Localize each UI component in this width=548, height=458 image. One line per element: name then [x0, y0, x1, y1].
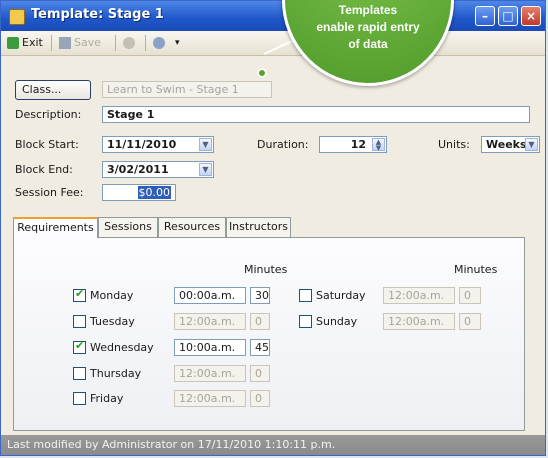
tuesday-checkbox[interactable]	[73, 315, 86, 328]
save-label: Save	[74, 36, 102, 49]
callout-line-1: Templates	[338, 3, 398, 17]
callout-text: Templates enable rapid entry of data	[282, 2, 454, 53]
description-field[interactable]: Stage 1	[102, 106, 530, 123]
tab-resources[interactable]: Resources	[158, 217, 226, 237]
monday-checkbox[interactable]: ✔	[73, 287, 86, 302]
callout-line-3: of data	[348, 37, 388, 51]
maximize-icon: □	[502, 9, 514, 23]
sunday-label: Sunday	[316, 315, 358, 328]
saturday-time-field: 12:00a.m.	[383, 287, 455, 304]
saturday-minutes-field: 0	[459, 287, 481, 304]
toolbar: Exit Save ▾	[1, 31, 545, 56]
block-end-picker[interactable]: 3/02/2011 ▼	[102, 161, 214, 178]
units-label: Units:	[438, 138, 470, 151]
minimize-icon: –	[482, 9, 488, 23]
spinner-arrows-icon[interactable]: ▲ ▼	[372, 138, 385, 152]
exit-label: Exit	[22, 36, 43, 49]
sunday-minutes-field: 0	[459, 313, 481, 330]
save-button[interactable]: Save	[59, 34, 101, 52]
tab-sessions[interactable]: Sessions	[98, 217, 158, 237]
weekend-minutes-header: Minutes	[454, 263, 498, 276]
weekday-minutes-header: Minutes	[244, 263, 288, 276]
class-field: Learn to Swim - Stage 1	[102, 81, 272, 98]
thursday-time-field: 12:00a.m.	[174, 365, 246, 382]
session-fee-value: $0.00	[137, 186, 171, 199]
session-fee-label: Session Fee:	[15, 186, 84, 199]
block-end-label: Block End:	[15, 163, 73, 176]
save-icon	[59, 37, 71, 49]
class-button[interactable]: Class...	[15, 80, 91, 100]
block-start-picker[interactable]: 11/11/2010 ▼	[102, 136, 214, 153]
monday-minutes-field[interactable]: 30	[250, 287, 270, 304]
exit-button[interactable]: Exit	[7, 34, 43, 52]
thursday-checkbox[interactable]	[73, 367, 86, 380]
block-start-label: Block Start:	[15, 138, 79, 151]
units-value: Weeks	[486, 138, 527, 151]
tab-requirements[interactable]: Requirements	[13, 217, 98, 238]
tuesday-minutes-field: 0	[250, 313, 270, 330]
app-icon	[9, 9, 25, 25]
friday-minutes-field: 0	[250, 390, 270, 407]
wednesday-time-field[interactable]: 10:00a.m.	[174, 339, 246, 356]
session-fee-field[interactable]: $0.00	[102, 184, 176, 201]
tuesday-time-field: 12:00a.m.	[174, 313, 246, 330]
sunday-time-field: 12:00a.m.	[383, 313, 455, 330]
toolbar-separator	[51, 35, 52, 51]
title-bar[interactable]: Template: Stage 1 – □ ×	[1, 1, 545, 31]
toolbar-separator	[115, 35, 116, 51]
exit-icon	[7, 37, 19, 49]
tab-instructors[interactable]: Instructors	[226, 217, 291, 237]
toolbar-overflow-button[interactable]: ▾	[175, 34, 180, 52]
callout-line-2: enable rapid entry	[316, 20, 420, 34]
close-button[interactable]: ×	[521, 6, 541, 26]
callout-pointer-dot	[257, 68, 267, 78]
monday-label: Monday	[90, 289, 134, 302]
friday-label: Friday	[90, 392, 124, 405]
chevron-down-icon[interactable]: ▼	[199, 163, 212, 176]
undo-icon	[123, 37, 135, 49]
friday-checkbox[interactable]	[73, 392, 86, 405]
toolbar-separator	[145, 35, 146, 51]
help-button[interactable]	[153, 34, 168, 52]
duration-spinner[interactable]: 12 ▲ ▼	[319, 136, 387, 153]
chevron-down-icon[interactable]: ▼	[199, 138, 212, 151]
template-window: Template: Stage 1 – □ × Exit Save ▾ Clas…	[0, 0, 546, 456]
requirements-panel: Minutes Minutes ✔ Monday 00:00a.m. 30 Tu…	[13, 237, 525, 431]
thursday-minutes-field: 0	[250, 365, 270, 382]
description-label: Description:	[15, 108, 82, 121]
thursday-label: Thursday	[90, 367, 142, 380]
status-bar: Last modified by Administrator on 17/11/…	[1, 435, 545, 455]
monday-time-field[interactable]: 00:00a.m.	[174, 287, 246, 304]
wednesday-checkbox[interactable]: ✔	[73, 339, 86, 354]
saturday-checkbox[interactable]	[299, 289, 312, 302]
duration-label: Duration:	[257, 138, 309, 151]
duration-value: 12	[350, 138, 366, 151]
close-icon: ×	[525, 9, 537, 23]
wednesday-label: Wednesday	[90, 341, 154, 354]
maximize-button[interactable]: □	[498, 6, 518, 26]
minimize-button[interactable]: –	[475, 6, 495, 26]
chevron-down-icon: ▾	[175, 38, 180, 48]
saturday-label: Saturday	[316, 289, 366, 302]
sunday-checkbox[interactable]	[299, 315, 312, 328]
block-end-value: 3/02/2011	[107, 163, 169, 176]
help-icon	[153, 37, 165, 49]
window-title: Template: Stage 1	[31, 7, 164, 22]
check-icon: ✔	[75, 287, 85, 300]
undo-button[interactable]	[123, 34, 138, 52]
wednesday-minutes-field[interactable]: 45	[250, 339, 270, 356]
block-start-value: 11/11/2010	[107, 138, 177, 151]
tuesday-label: Tuesday	[90, 315, 135, 328]
chevron-down-icon[interactable]: ▼	[525, 138, 538, 151]
check-icon: ✔	[75, 339, 85, 352]
friday-time-field: 12:00a.m.	[174, 390, 246, 407]
units-dropdown[interactable]: Weeks ▼	[481, 136, 540, 153]
